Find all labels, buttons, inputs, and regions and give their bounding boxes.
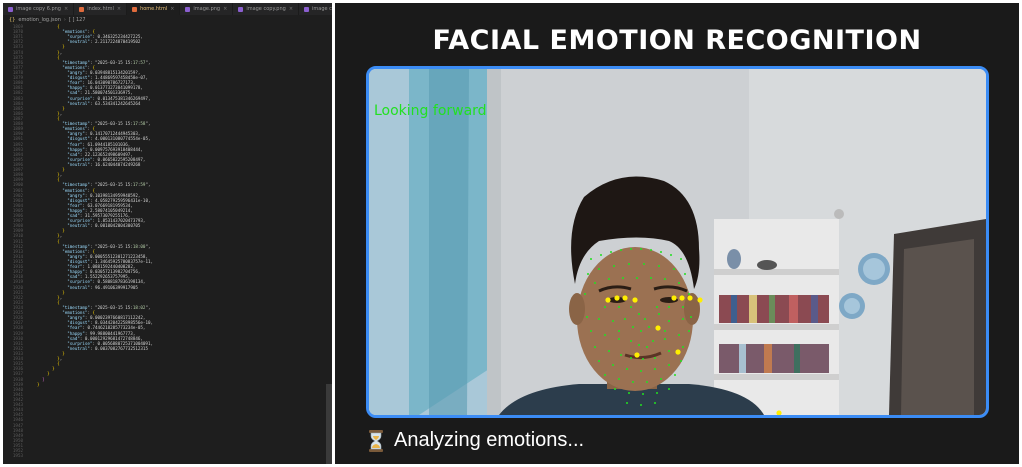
breadcrumb-separator-icon: › bbox=[63, 16, 66, 23]
editor-tab-label: home.html bbox=[140, 6, 168, 12]
code-editor: image copy 6.png × index.html × home.html × im… bbox=[3, 3, 332, 464]
editor-tab-label: image copy 2.png bbox=[312, 6, 332, 12]
page-title: FACIAL EMOTION RECOGNITION bbox=[432, 25, 922, 56]
close-icon[interactable]: × bbox=[289, 6, 293, 12]
breadcrumb-file[interactable]: emotion_log.json bbox=[18, 17, 61, 23]
close-icon[interactable]: × bbox=[64, 6, 68, 12]
hourglass-icon bbox=[369, 429, 383, 452]
editor-tab[interactable]: index.html × bbox=[74, 3, 128, 15]
editor-tab-label: image copy.png bbox=[246, 6, 286, 12]
editor-tab[interactable]: home.html × bbox=[127, 3, 181, 15]
image-file-icon bbox=[304, 6, 310, 12]
webcam-feed: Looking forward bbox=[366, 66, 989, 418]
emotion-recognition-app: FACIAL EMOTION RECOGNITION Looking forwa… bbox=[335, 3, 1019, 464]
webcam-frame-image bbox=[369, 69, 986, 415]
editor-tab[interactable]: image copy.png × bbox=[233, 3, 300, 15]
code-line: 1953 bbox=[3, 453, 332, 458]
image-file-icon bbox=[238, 6, 244, 12]
editor-tab[interactable]: image copy 2.png× bbox=[299, 3, 332, 15]
editor-scrollbar-thumb[interactable] bbox=[326, 384, 332, 464]
html-file-icon bbox=[132, 6, 138, 12]
status-text: Analyzing emotions... bbox=[394, 429, 585, 451]
breadcrumb: {} emotion_log.json › [ ] 127 bbox=[3, 15, 332, 24]
editor-tab-label: index.html bbox=[87, 6, 114, 12]
editor-tab-label: image copy 6.png bbox=[16, 6, 61, 12]
editor-tab[interactable]: image.png × bbox=[180, 3, 234, 15]
close-icon[interactable]: × bbox=[223, 6, 227, 12]
editor-tab-bar: image copy 6.png × index.html × home.html × im… bbox=[3, 3, 332, 15]
editor-scrollbar[interactable] bbox=[326, 24, 332, 464]
code-area[interactable]: 1869 {1870 "emotions": {1871 "surprise":… bbox=[3, 24, 332, 464]
close-icon[interactable]: × bbox=[170, 6, 174, 12]
status-bar: Analyzing emotions... bbox=[368, 429, 584, 452]
html-file-icon bbox=[79, 6, 85, 12]
line-number: 1953 bbox=[12, 453, 23, 459]
close-icon[interactable]: × bbox=[117, 6, 121, 12]
editor-tab[interactable]: image copy 6.png × bbox=[3, 3, 75, 15]
image-file-icon bbox=[185, 6, 191, 12]
head-pose-label: Looking forward bbox=[374, 103, 487, 119]
json-file-icon: {} bbox=[9, 16, 16, 23]
code-text: } bbox=[37, 381, 40, 387]
breadcrumb-path[interactable]: [ ] 127 bbox=[69, 17, 86, 23]
editor-tab-label: image.png bbox=[193, 6, 221, 12]
image-file-icon bbox=[8, 6, 13, 12]
